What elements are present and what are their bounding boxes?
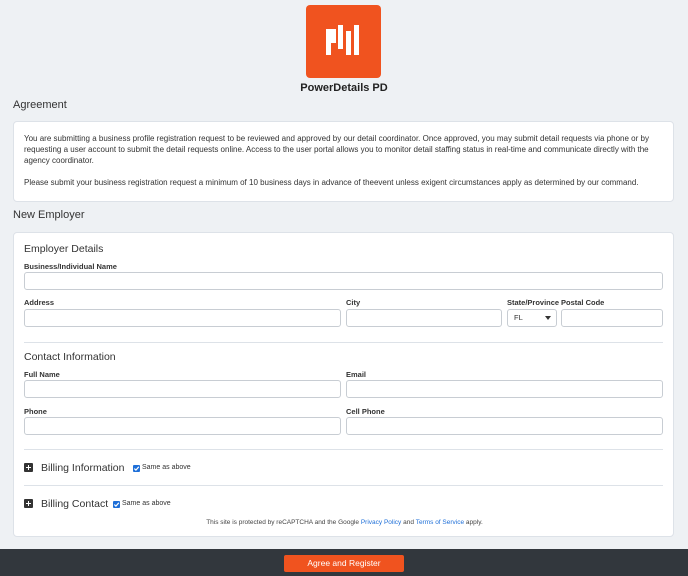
postal-code-label: Postal Code — [561, 298, 605, 307]
recaptcha-suffix: apply. — [465, 519, 483, 526]
email-label: Email — [346, 370, 367, 379]
business-name-input[interactable] — [24, 272, 663, 290]
cell-phone-label: Cell Phone — [346, 407, 385, 416]
new-employer-title: New Employer — [13, 209, 85, 221]
contact-information-heading: Contact Information — [24, 351, 116, 363]
billing-contact-same-checkbox[interactable] — [113, 501, 120, 508]
privacy-policy-link[interactable]: Privacy Policy — [361, 519, 401, 526]
city-input[interactable] — [346, 309, 502, 327]
checkmark-icon — [113, 502, 120, 507]
footer-bar: Agree and Register — [0, 549, 688, 576]
postal-code-input[interactable] — [561, 309, 663, 327]
address-label: Address — [24, 298, 55, 307]
expand-billing-information-icon[interactable] — [24, 463, 33, 472]
brand-name: PowerDetails PD — [300, 82, 388, 94]
recaptcha-prefix: This site is protected by reCAPTCHA and … — [206, 519, 360, 526]
brand-logo — [306, 5, 381, 78]
divider — [24, 342, 663, 343]
recaptcha-and: and — [403, 519, 414, 526]
expand-billing-contact-icon[interactable] — [24, 499, 33, 508]
recaptcha-notice: This site is protected by reCAPTCHA and … — [14, 519, 675, 526]
chevron-down-icon — [545, 316, 551, 320]
employer-details-heading: Employer Details — [24, 243, 104, 255]
agreement-paragraph-1: You are submitting a business profile re… — [24, 134, 649, 165]
agreement-title: Agreement — [13, 99, 67, 111]
divider — [24, 485, 663, 486]
billing-information-label[interactable]: Billing Information — [41, 462, 124, 474]
billing-information-same-checkbox[interactable] — [133, 465, 140, 472]
checkmark-icon — [133, 466, 140, 471]
divider — [24, 449, 663, 450]
agreement-paragraph-2: Please submit your business registration… — [24, 178, 639, 187]
phone-label: Phone — [24, 407, 47, 416]
phone-input[interactable] — [24, 417, 341, 435]
email-input[interactable] — [346, 380, 663, 398]
state-select-value: FL — [514, 313, 523, 322]
cell-phone-input[interactable] — [346, 417, 663, 435]
billing-information-same-label: Same as above — [142, 464, 191, 471]
powerdetails-pd-logo-icon — [326, 25, 359, 55]
city-label: City — [346, 298, 361, 307]
employer-form-card: Employer Details Business/Individual Nam… — [13, 232, 674, 537]
business-name-label: Business/Individual Name — [24, 262, 117, 271]
state-select[interactable]: FL — [507, 309, 557, 327]
address-input[interactable] — [24, 309, 341, 327]
full-name-input[interactable] — [24, 380, 341, 398]
state-label: State/Province — [507, 298, 560, 307]
agreement-card: You are submitting a business profile re… — [13, 121, 674, 202]
agree-and-register-button[interactable]: Agree and Register — [284, 555, 404, 572]
billing-contact-same-label: Same as above — [122, 500, 171, 507]
billing-contact-label[interactable]: Billing Contact — [41, 498, 108, 510]
terms-of-service-link[interactable]: Terms of Service — [416, 519, 464, 526]
full-name-label: Full Name — [24, 370, 60, 379]
